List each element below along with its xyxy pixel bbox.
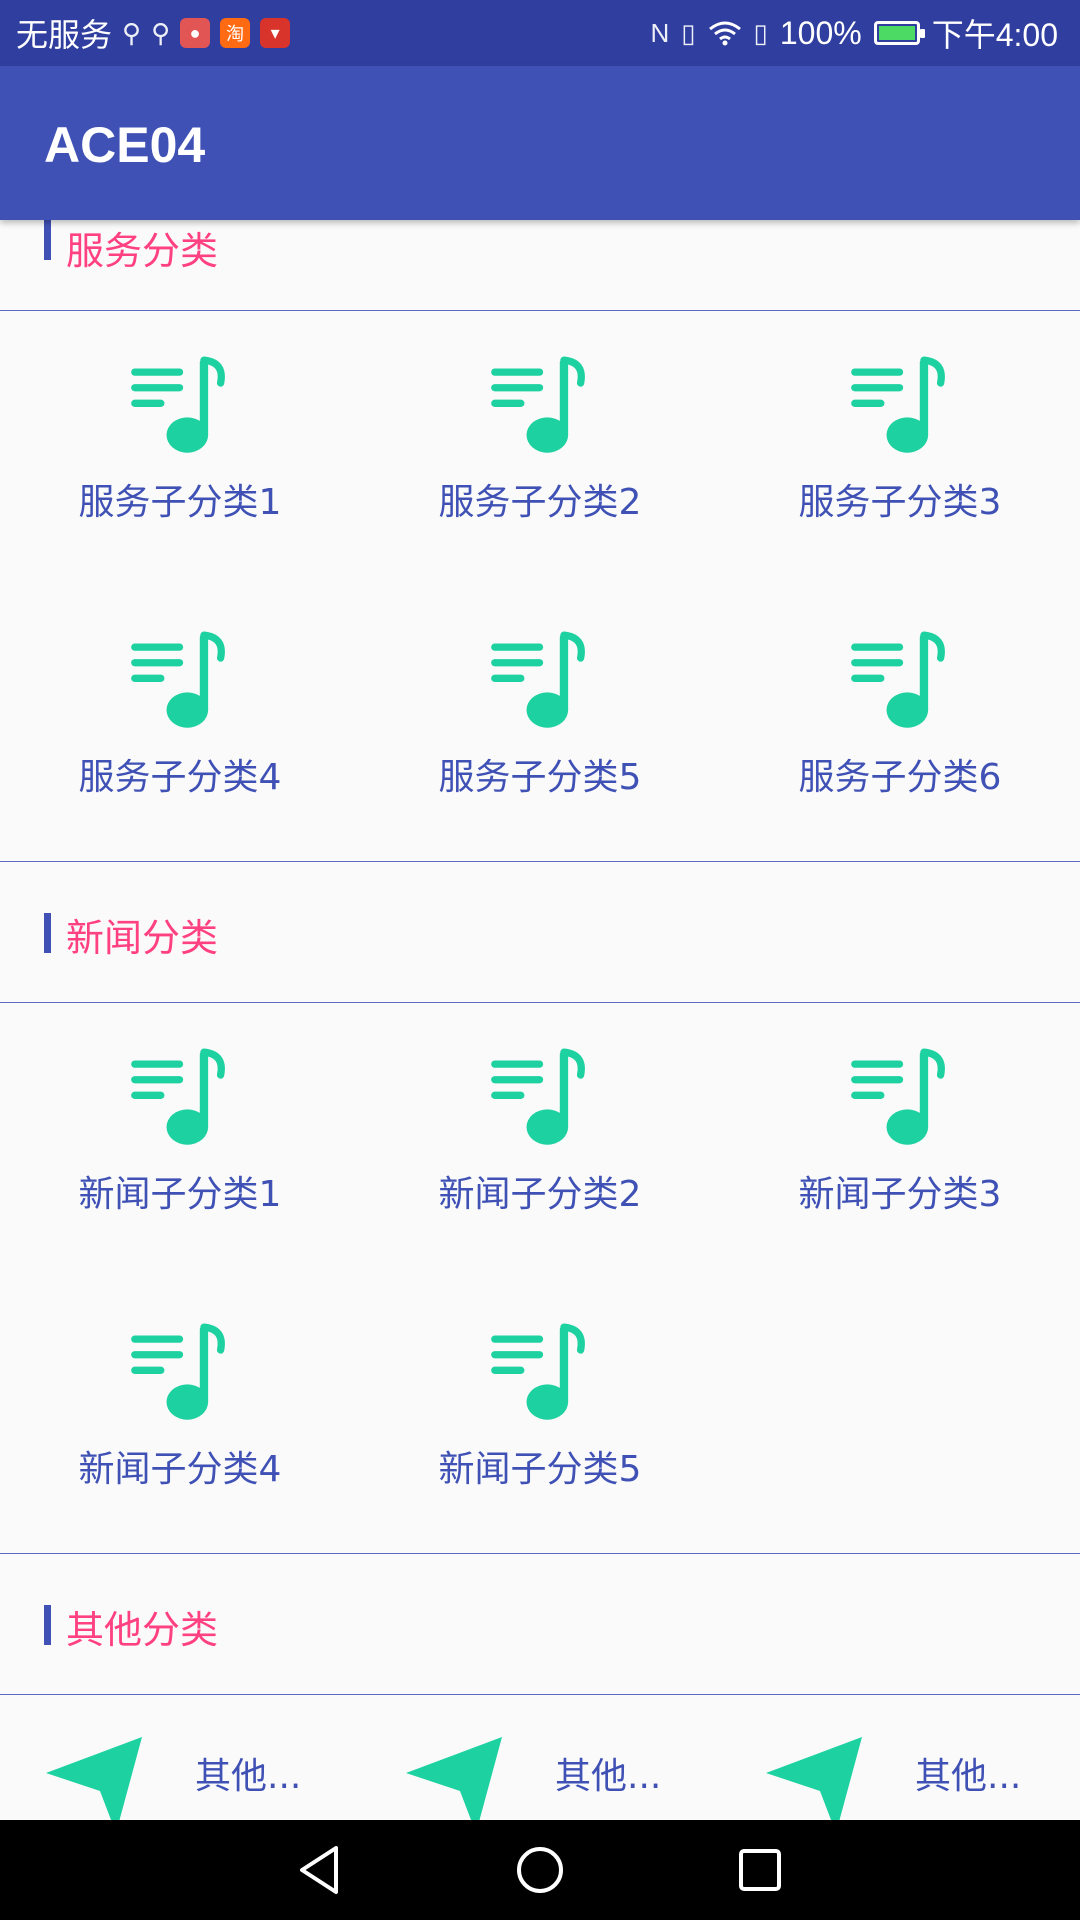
app-badge-icon: ▾ <box>260 18 291 48</box>
music-note-icon <box>487 631 591 735</box>
music-note-icon <box>487 1323 591 1427</box>
grid-item-label: 其他... <box>915 1756 1022 1797</box>
app-badge-icon: ● <box>180 18 211 48</box>
section-header-other: 其他分类 <box>0 1554 1080 1695</box>
grid-item[interactable]: 服务子分类2 <box>360 311 720 586</box>
music-note-icon <box>127 356 231 460</box>
grid-item-label: 服务子分类1 <box>78 482 282 523</box>
grid-item[interactable]: 服务子分类3 <box>720 311 1080 586</box>
usb-icon: ⚲ <box>151 17 171 48</box>
grid-item-label: 其他... <box>555 1756 662 1797</box>
app-title: ACE04 <box>44 117 206 173</box>
grid-item-label: 新闻子分类4 <box>78 1449 282 1490</box>
grid-item[interactable]: 新闻子分类4 <box>0 1278 360 1553</box>
service-grid: 服务子分类1 服务子分类2 服务子分类3 服务子分类4 服务子分类5 服务子分类… <box>0 311 1080 862</box>
section-title: 服务分类 <box>66 229 219 273</box>
section-accent-bar <box>44 1605 51 1645</box>
sim-icon: ▯ <box>753 17 768 48</box>
back-icon[interactable] <box>292 1842 348 1898</box>
music-note-icon <box>127 631 231 735</box>
section-accent-bar <box>44 913 51 953</box>
grid-item[interactable]: 服务子分类6 <box>720 586 1080 861</box>
section-title: 新闻分类 <box>66 916 219 960</box>
section-header-service: 服务分类 <box>0 220 1080 311</box>
music-note-icon <box>487 356 591 460</box>
usb-icon: ⚲ <box>122 17 142 48</box>
grid-item[interactable]: 其他... <box>0 1695 360 1820</box>
music-note-icon <box>487 1048 591 1152</box>
news-grid: 新闻子分类1 新闻子分类2 新闻子分类3 新闻子分类4 新闻子分类5 <box>0 1003 1080 1554</box>
taobao-icon: 淘 <box>220 18 251 48</box>
grid-item-label: 新闻子分类1 <box>78 1174 282 1215</box>
section-header-news: 新闻分类 <box>0 862 1080 1003</box>
music-note-icon <box>847 1048 951 1152</box>
grid-item[interactable]: 新闻子分类3 <box>720 1003 1080 1278</box>
vibrate-icon: ▯ <box>681 17 696 48</box>
home-icon[interactable] <box>512 1842 568 1898</box>
grid-item[interactable]: 其他... <box>360 1695 720 1820</box>
battery-icon <box>873 21 925 45</box>
grid-item-label: 新闻子分类2 <box>438 1174 642 1215</box>
music-note-icon <box>127 1048 231 1152</box>
category-list[interactable]: 服务分类 服务子分类1 服务子分类2 服务子分类3 服务子分类4 服务子分类5 … <box>0 220 1080 1820</box>
grid-item[interactable]: 服务子分类1 <box>0 311 360 586</box>
grid-item-label: 新闻子分类5 <box>438 1449 642 1490</box>
music-note-icon <box>847 631 951 735</box>
navigation-bar <box>0 1820 1080 1920</box>
grid-item[interactable]: 其他... <box>720 1695 1080 1820</box>
section-title: 其他分类 <box>66 1608 219 1652</box>
section-accent-bar <box>44 220 51 260</box>
grid-item[interactable]: 新闻子分类1 <box>0 1003 360 1278</box>
carrier-text: 无服务 <box>16 17 113 53</box>
grid-item-label: 服务子分类3 <box>798 482 1002 523</box>
grid-item-label: 其他... <box>195 1756 302 1797</box>
send-arrow-icon <box>766 1737 862 1820</box>
send-arrow-icon <box>406 1737 502 1820</box>
battery-percent: 100% <box>779 14 862 51</box>
grid-item[interactable]: 服务子分类5 <box>360 586 720 861</box>
music-note-icon <box>847 356 951 460</box>
grid-item-label: 服务子分类5 <box>438 757 642 798</box>
grid-item[interactable]: 新闻子分类2 <box>360 1003 720 1278</box>
grid-item[interactable]: 新闻子分类5 <box>360 1278 720 1553</box>
send-arrow-icon <box>46 1737 142 1820</box>
music-note-icon <box>127 1323 231 1427</box>
recents-icon[interactable] <box>732 1842 788 1898</box>
clock: 下午4:00 <box>931 17 1058 53</box>
grid-item-label: 新闻子分类3 <box>798 1174 1002 1215</box>
grid-item-label: 服务子分类2 <box>438 482 642 523</box>
other-grid: 其他... 其他... 其他... <box>0 1695 1080 1820</box>
nfc-icon: N <box>650 17 670 48</box>
app-bar: ACE04 <box>0 66 1080 220</box>
wifi-icon <box>708 21 741 46</box>
grid-item[interactable]: 服务子分类4 <box>0 586 360 861</box>
status-bar: 无服务 ⚲ ⚲ ● 淘 ▾ N ▯ ▯ 100% 下午4:00 <box>0 0 1080 66</box>
grid-item-label: 服务子分类4 <box>78 757 282 798</box>
grid-item-label: 服务子分类6 <box>798 757 1002 798</box>
